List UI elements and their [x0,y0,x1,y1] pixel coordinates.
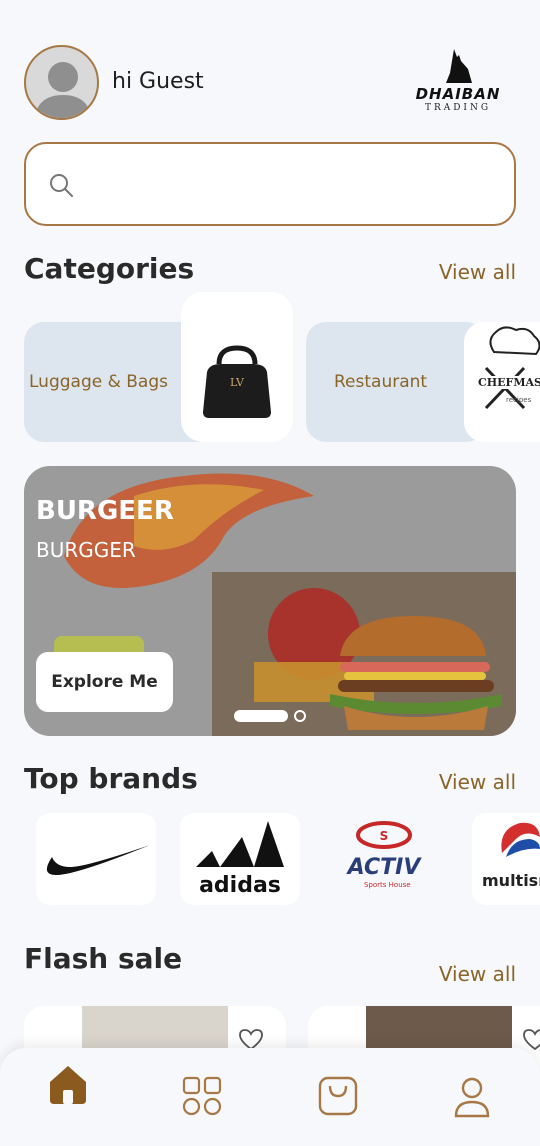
search-icon [50,174,73,197]
nike-swoosh-icon [46,845,150,875]
promo-banner[interactable]: BURGEER BURGGER Explore Me [24,466,516,736]
flash-sale-view-all[interactable]: View all [439,962,516,986]
adidas-stripes-icon [196,821,284,867]
svg-text:S: S [380,829,389,843]
avatar[interactable] [24,45,99,120]
brand-logo: DHAIBAN TRADING [410,47,506,119]
greeting-text: hi Guest [112,69,204,94]
chefmaster-logo-text: CHEFMASTER [478,376,540,389]
category-restaurant[interactable]: Restaurant [306,322,486,442]
brand-adidas[interactable]: adidas [180,813,300,905]
header: hi Guest DHAIBAN TRADING [24,45,516,121]
activ-logo-icon: S [356,821,412,849]
banner-subtitle: BURGGER [36,538,136,562]
nav-cart[interactable] [314,1072,362,1120]
search-bar[interactable] [24,142,516,226]
chefmaster-sub: recipes [506,396,532,404]
user-silhouette-icon [34,62,92,118]
multism-logo-icon [501,822,540,857]
bottom-navigation [0,1048,540,1146]
brand-name: adidas [199,873,281,898]
brand-name: ACTIV [347,855,421,880]
brand-activ[interactable]: S ACTIV Sports House [324,813,444,905]
heart-icon[interactable] [522,1028,540,1052]
carousel-dot[interactable] [294,710,306,722]
brand-multism[interactable]: multism [472,813,540,905]
banner-title: BURGEER [36,496,174,526]
nav-home[interactable] [44,1060,92,1108]
category-chefmaster[interactable]: CHEFMASTER recipes [464,322,540,442]
logo-sub: TRADING [424,103,492,113]
svg-text:LV: LV [230,376,245,389]
search-input[interactable] [90,166,490,202]
logo-name: DHAIBAN [415,85,501,103]
brand-name: multism [482,871,540,890]
top-brands-view-all[interactable]: View all [439,770,516,794]
nav-profile[interactable] [448,1072,496,1120]
brand-nike[interactable] [36,813,156,905]
profile-icon [454,1077,490,1118]
shopping-bag-icon [318,1076,358,1116]
flash-sale-title: Flash sale [24,942,183,975]
grid-icon [182,1076,222,1116]
home-icon [50,1066,86,1104]
nav-categories[interactable] [178,1072,226,1120]
wolf-icon [446,49,472,83]
category-luggage-image[interactable]: LV [181,292,293,442]
handbag-icon: LV [203,345,271,418]
category-label: Luggage & Bags [29,372,168,392]
carousel-dot-active[interactable] [234,710,288,722]
category-label: Restaurant [334,372,428,392]
top-brands-title: Top brands [24,762,198,795]
categories-title: Categories [24,252,195,285]
explore-button[interactable]: Explore Me [36,652,173,712]
brand-sub: Sports House [364,881,411,889]
categories-view-all[interactable]: View all [439,260,516,284]
